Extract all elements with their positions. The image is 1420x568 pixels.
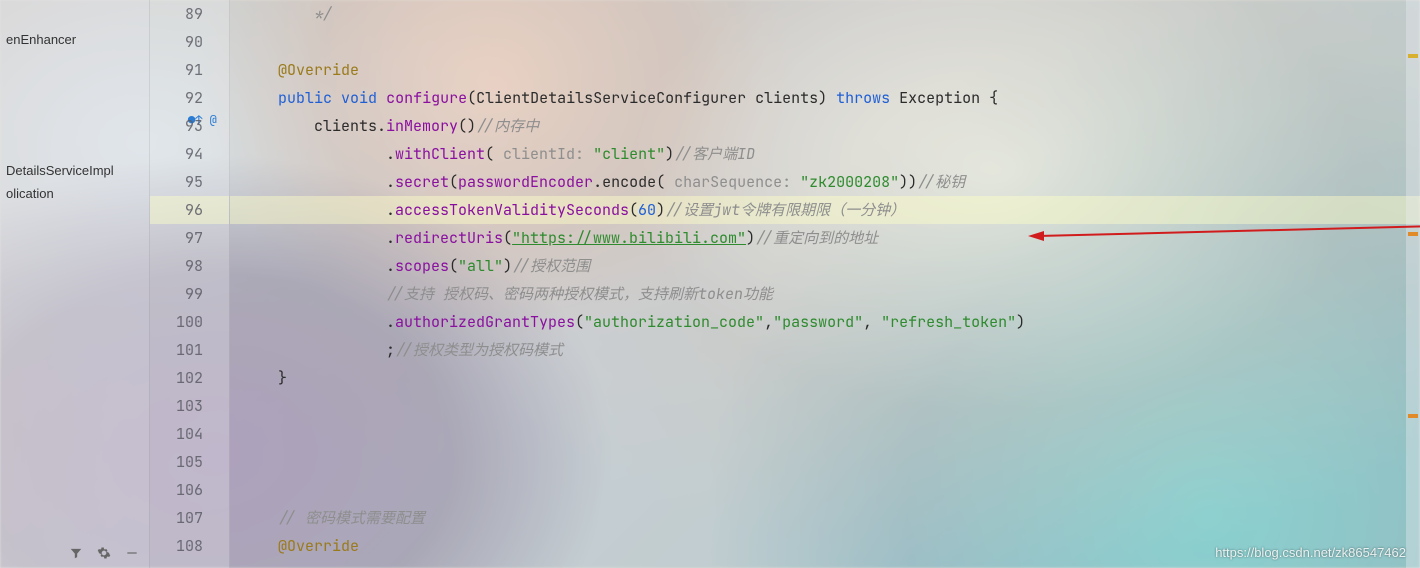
structure-tree[interactable]: enEnhancer DetailsServiceImpl olication — [0, 0, 149, 538]
code-line: @Override — [230, 56, 1420, 84]
minimize-icon[interactable] — [125, 546, 139, 560]
line-number: 94 — [150, 140, 229, 168]
structure-toolbar — [0, 538, 149, 568]
code-line: .authorizedGrantTypes("authorization_cod… — [230, 308, 1420, 336]
code-line: .withClient( clientId: "client")//客户端ID — [230, 140, 1420, 168]
error-stripe[interactable] — [1406, 0, 1420, 568]
code-line: .scopes("all")//授权范围 — [230, 252, 1420, 280]
line-number: 95 — [150, 168, 229, 196]
code-line: ;//授权类型为授权码模式 — [230, 336, 1420, 364]
line-number: 104 — [150, 420, 229, 448]
line-number: 91 — [150, 56, 229, 84]
code-line — [230, 476, 1420, 504]
code-line — [230, 28, 1420, 56]
line-number: 106 — [150, 476, 229, 504]
code-line: .accessTokenValiditySeconds(60)//设置jwt令牌… — [230, 196, 1420, 224]
line-number-gutter[interactable]: ●↑ @ 89 90 91 92 93 94 95 96 97 98 99 10… — [150, 0, 230, 568]
line-number: 97 — [150, 224, 229, 252]
line-number: 101 — [150, 336, 229, 364]
structure-item[interactable]: DetailsServiceImpl — [0, 159, 149, 182]
line-number: 108 — [150, 532, 229, 560]
line-number: 96 — [150, 196, 229, 224]
code-line — [230, 448, 1420, 476]
line-number: 99 — [150, 280, 229, 308]
code-line: //支持 授权码、密码两种授权模式，支持刷新token功能 — [230, 280, 1420, 308]
line-number: 90 — [150, 28, 229, 56]
line-number: 98 — [150, 252, 229, 280]
code-line: .redirectUris("https://www.bilibili.com"… — [230, 224, 1420, 252]
gear-icon[interactable] — [97, 546, 111, 560]
line-number: 92 — [150, 84, 229, 112]
code-line: // 密码模式需要配置 — [230, 504, 1420, 532]
code-editor[interactable]: */ @Override public void configure(Clien… — [230, 0, 1420, 568]
code-line: public void configure(ClientDetailsServi… — [230, 84, 1420, 112]
code-line: clients.inMemory()//内存中 — [230, 112, 1420, 140]
watermark-text: https://blog.csdn.net/zk86547462 — [1215, 545, 1406, 560]
line-number: 93 — [150, 112, 229, 140]
code-line — [230, 420, 1420, 448]
line-number: 89 — [150, 0, 229, 28]
ide-root: enEnhancer DetailsServiceImpl olication … — [0, 0, 1420, 568]
structure-item[interactable]: olication — [0, 182, 149, 205]
code-line: } — [230, 364, 1420, 392]
line-number: 105 — [150, 448, 229, 476]
filter-icon[interactable] — [69, 546, 83, 560]
line-number: 100 — [150, 308, 229, 336]
code-line — [230, 392, 1420, 420]
structure-panel: enEnhancer DetailsServiceImpl olication — [0, 0, 150, 568]
line-number: 107 — [150, 504, 229, 532]
line-number: 102 — [150, 364, 229, 392]
line-number: 103 — [150, 392, 229, 420]
code-line: */ — [230, 0, 1420, 28]
structure-item[interactable]: enEnhancer — [0, 28, 149, 51]
code-line: .secret(passwordEncoder.encode( charSequ… — [230, 168, 1420, 196]
